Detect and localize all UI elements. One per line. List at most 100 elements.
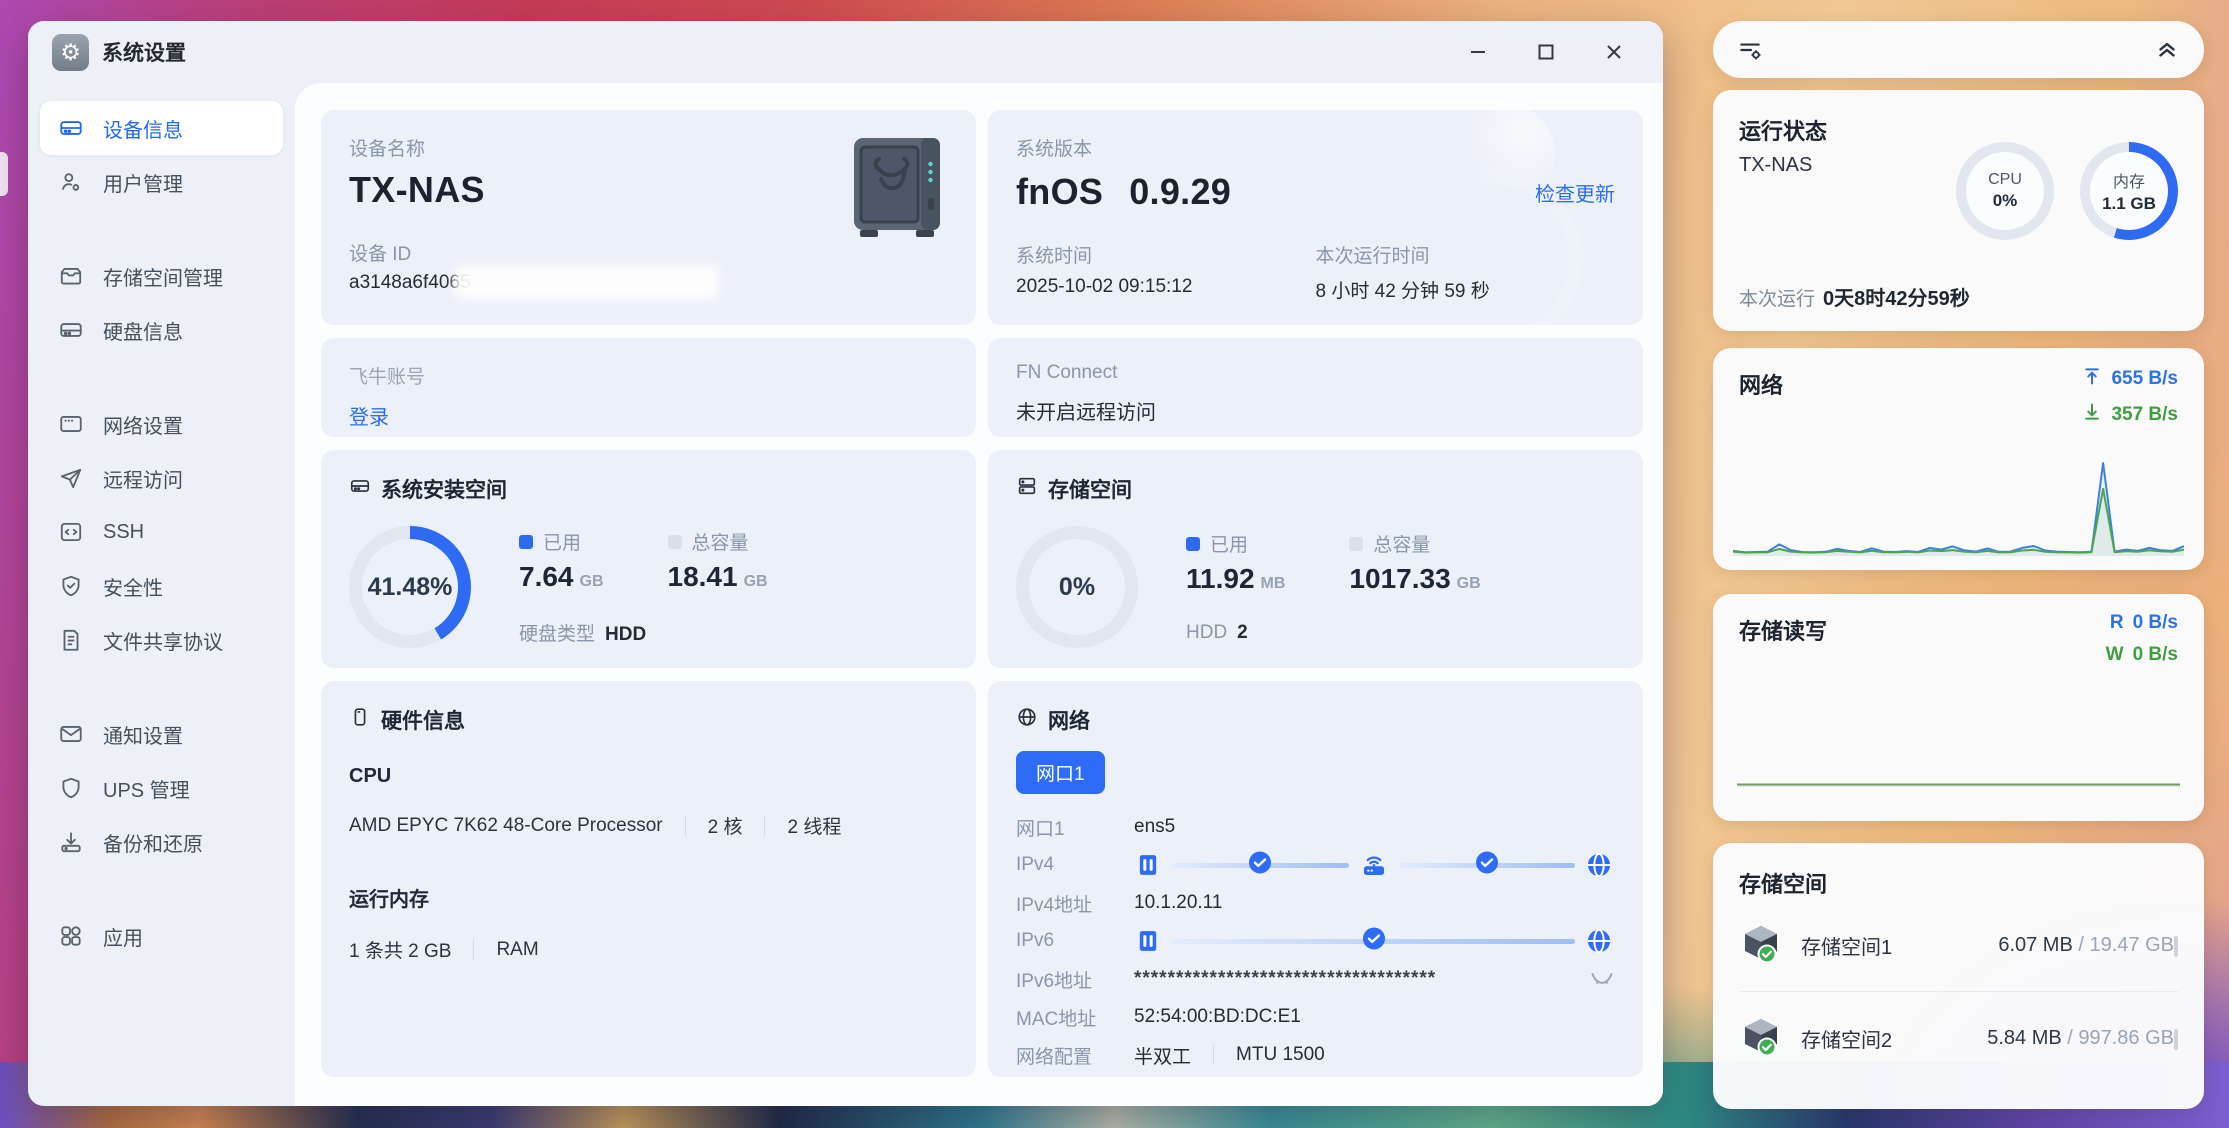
sidebar-item-security[interactable]: 安全性 [40, 559, 283, 613]
user-management-icon [58, 169, 84, 195]
titlebar[interactable]: ⚙ 系统设置 [28, 21, 1663, 83]
fn-account-card: 飞牛账号 登录 [321, 338, 976, 437]
window-controls [1467, 41, 1639, 63]
sidebar-item-ssh[interactable]: SSH [40, 505, 283, 559]
cpu-threads: 2 线程 [787, 812, 841, 839]
used-value: 7.64 [519, 561, 574, 592]
sidebar-item-label: 设备信息 [103, 114, 183, 143]
hardware-info-card: 硬件信息 CPU AMD EPYC 7K62 48-Core Processor… [321, 681, 976, 1077]
sidebar-item-label: 用户管理 [103, 168, 183, 197]
pool-name: 存储空间2 [1801, 1024, 1892, 1053]
nas-device-illustration [846, 136, 948, 245]
network-settings-icon [58, 411, 84, 437]
sidebar-item-backup-restore[interactable]: 备份和还原 [40, 815, 283, 869]
memory-gauge-label: 内存 [2113, 168, 2145, 192]
network-title: 网络 [1048, 705, 1090, 735]
total-unit: GB [744, 573, 768, 590]
check-bubble-icon [1362, 927, 1386, 956]
desktop-icon-sliver [0, 152, 8, 196]
ram-type: RAM [496, 939, 538, 961]
system-time-value: 2025-10-02 09:15:12 [1016, 276, 1316, 298]
ram-label: 运行内存 [349, 883, 948, 912]
device-info-icon [58, 115, 84, 141]
system-space-percent: 41.48% [368, 573, 453, 602]
used-label: 已用 [543, 528, 581, 555]
fn-connect-card: FN Connect 未开启远程访问 [988, 338, 1643, 437]
total-label: 总容量 [1373, 530, 1430, 557]
internet-globe-icon [1585, 851, 1613, 879]
maximize-icon [1536, 42, 1556, 62]
divider [1213, 1045, 1214, 1065]
network-card: 网络 网口1 网口1 ens5 IPv4 [988, 681, 1643, 1077]
login-link[interactable]: 登录 [349, 401, 389, 430]
sidebar-item-label: 网络设置 [103, 410, 183, 439]
sidebar-item-label: 应用 [103, 922, 143, 951]
system-version-card: 系统版本 fnOS 0.9.29 检查更新 系统时间 2025-10-02 09… [988, 110, 1643, 325]
sidebar-item-user-management[interactable]: 用户管理 [40, 155, 283, 209]
total-legend-swatch [668, 535, 682, 549]
device-name-card: 设备名称 TX-NAS 设备 ID a3148a6f4065 [321, 110, 976, 325]
sidebar-item-file-sharing[interactable]: 文件共享协议 [40, 613, 283, 667]
screen: ⚙ 系统设置 设备信息 用户管理 [0, 0, 2229, 1128]
close-button[interactable] [1603, 41, 1625, 63]
port1-tab[interactable]: 网口1 [1016, 751, 1105, 794]
widget-panel-toolbar [1713, 21, 2204, 78]
window-title: 系统设置 [102, 37, 186, 67]
ram-value: 1 条共 2 GB [349, 936, 451, 963]
maximize-button[interactable] [1535, 41, 1557, 63]
internet-globe-icon [1585, 927, 1613, 955]
used-unit: GB [580, 573, 604, 590]
notification-mail-icon [58, 721, 84, 747]
sidebar-item-remote-access[interactable]: 远程访问 [40, 451, 283, 505]
used-label: 已用 [1210, 530, 1248, 557]
widget-settings-icon[interactable] [1737, 37, 1763, 63]
ups-shield-icon [58, 775, 84, 801]
pool-usage-bar [2174, 1029, 2178, 1050]
pool-total: 997.86 GB [2078, 1027, 2174, 1049]
system-time-label: 系统时间 [1016, 241, 1316, 268]
sidebar-item-ups-management[interactable]: UPS 管理 [40, 761, 283, 815]
list-item: 存储空间2 5.84 MB / 997.86 GB [1739, 991, 2178, 1084]
settings-gear-icon: ⚙ [52, 34, 89, 71]
check-update-link[interactable]: 检查更新 [1535, 178, 1615, 207]
total-label: 总容量 [692, 528, 749, 555]
sidebar-item-notification-settings[interactable]: 通知设置 [40, 707, 283, 761]
sidebar-item-apps[interactable]: 应用 [40, 909, 283, 963]
used-value: 11.92 [1186, 563, 1255, 594]
drive-icon [349, 475, 371, 503]
mac-label: MAC地址 [1016, 1004, 1134, 1031]
fn-account-label: 飞牛账号 [349, 362, 948, 389]
ipv6-reveal-icon[interactable] [1589, 966, 1615, 992]
sidebar-item-label: 硬盘信息 [103, 316, 183, 345]
globe-icon [1016, 706, 1038, 734]
read-label: R [2110, 612, 2124, 634]
system-install-space-title: 系统安装空间 [381, 474, 507, 504]
device-id-redaction [454, 265, 719, 299]
storage-pools-widget: 存储空间 存储空间1 6.07 MB / 19.47 GB 存储空间2 5.84… [1713, 843, 2204, 1109]
system-settings-window: ⚙ 系统设置 设备信息 用户管理 [28, 21, 1663, 1106]
server-stack-icon [1016, 475, 1038, 503]
net-config-label: 网络配置 [1016, 1042, 1134, 1069]
port-value: ens5 [1134, 816, 1175, 838]
nas-node-icon [1134, 927, 1162, 955]
os-name: fnOS [1016, 171, 1103, 213]
sidebar-item-storage-management[interactable]: 存储空间管理 [40, 249, 283, 303]
sidebar-item-label: 安全性 [103, 572, 163, 601]
used-legend-swatch [1186, 537, 1200, 551]
sidebar-item-device-info[interactable]: 设备信息 [40, 101, 283, 155]
minimize-button[interactable] [1467, 41, 1489, 63]
cpu-gauge-value: 0% [1993, 191, 2018, 211]
nas-node-icon [1134, 851, 1162, 879]
sidebar: 设备信息 用户管理 存储空间管理 硬盘信息 网络设置 远程访问 [28, 83, 295, 1106]
sidebar-item-network-settings[interactable]: 网络设置 [40, 397, 283, 451]
remote-access-icon [58, 465, 84, 491]
storage-io-widget: 存储读写 R0 B/s W0 B/s [1713, 594, 2204, 821]
router-node-icon [1359, 850, 1389, 880]
pool-name: 存储空间1 [1801, 931, 1892, 960]
ipv6-addr-label: IPv6地址 [1016, 966, 1134, 993]
collapse-panel-icon[interactable] [2154, 37, 2180, 63]
pool-sep: / [2062, 1027, 2079, 1049]
sidebar-item-disk-info[interactable]: 硬盘信息 [40, 303, 283, 357]
minimize-icon [1468, 42, 1488, 62]
backup-restore-icon [58, 829, 84, 855]
